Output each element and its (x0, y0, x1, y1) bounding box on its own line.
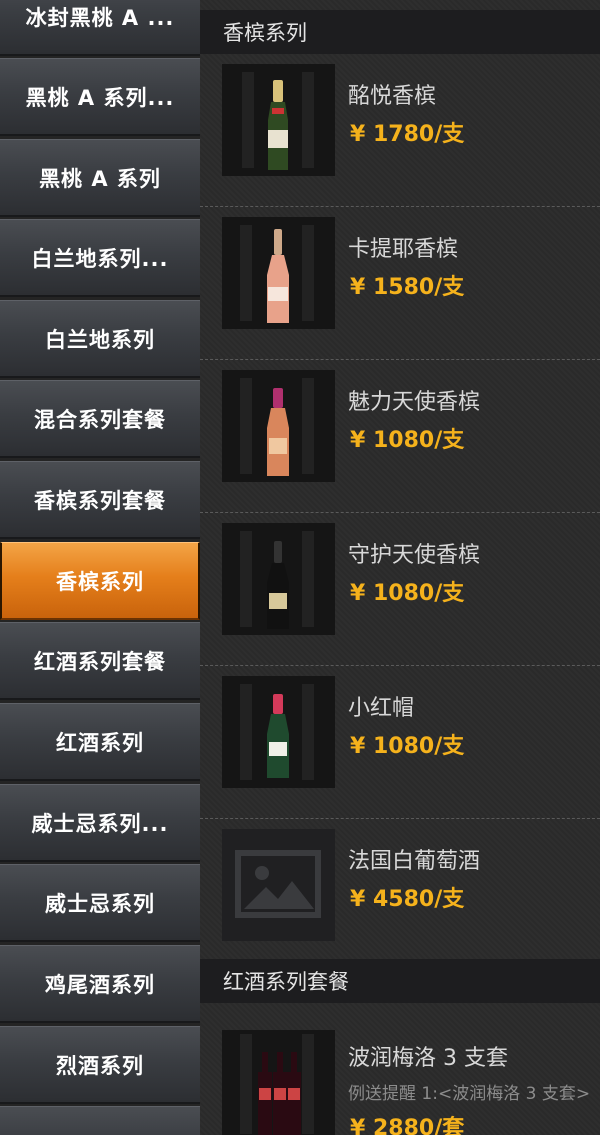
category-item-cocktail[interactable]: 鸡尾酒系列 (0, 945, 200, 1023)
section-header-champagne: 香槟系列 (200, 10, 600, 54)
product-price: ¥ 1080/支 (350, 734, 465, 759)
category-label: 烈酒系列 (56, 1053, 144, 1078)
category-item-brandy[interactable]: 白兰地系列 (0, 300, 200, 378)
product-name: 守护天使香槟 (348, 543, 481, 568)
category-label: 黑桃 A 系列... (25, 85, 175, 110)
section-header-red-wine-set: 红酒系列套餐 (200, 959, 600, 1003)
category-item-red-wine[interactable]: 红酒系列 (0, 703, 200, 781)
product-item[interactable]: 波润梅洛 3 支套 例送提醒 1:<波润梅洛 3 支套> ¥ 2880/套 (200, 1020, 600, 1135)
category-sidebar: 冰封黑桃 A ... 黑桃 A 系列... 黑桃 A 系列 白兰地系列... 白… (0, 0, 200, 1135)
category-label: 鸡尾酒系列 (45, 972, 155, 997)
product-item[interactable]: 法国白葡萄酒 ¥ 4580/支 (200, 819, 600, 972)
product-item[interactable]: 酩悦香槟 ¥ 1780/支 (200, 54, 600, 207)
product-price: ¥ 1780/支 (350, 122, 465, 147)
category-label: 混合系列套餐 (34, 407, 166, 432)
product-price: ¥ 2880/套 (350, 1116, 465, 1135)
section-title: 香槟系列 (223, 21, 307, 45)
red-cap-bottle-icon (222, 676, 335, 788)
category-label: 红酒系列套餐 (34, 649, 166, 674)
category-item-ace-set[interactable]: 黑桃 A 系列... (0, 58, 200, 136)
product-name: 卡提耶香槟 (348, 237, 459, 262)
product-price: ¥ 4580/支 (350, 887, 465, 912)
product-item[interactable]: 守护天使香槟 ¥ 1080/支 (200, 513, 600, 666)
category-item-champagne[interactable]: 香槟系列 (0, 542, 200, 620)
angel-champagne-bottle-icon (222, 370, 335, 482)
black-champagne-bottle-icon (222, 523, 335, 635)
section-title: 红酒系列套餐 (223, 970, 349, 994)
red-wine-set-icon (222, 1030, 335, 1135)
category-item-champagne-set[interactable]: 香槟系列套餐 (0, 461, 200, 539)
product-price: ¥ 1080/支 (350, 428, 465, 453)
category-item-ace[interactable]: 黑桃 A 系列 (0, 139, 200, 217)
category-item-more[interactable] (0, 1106, 200, 1135)
champagne-bottle-icon (222, 64, 335, 176)
product-name: 小红帽 (348, 696, 415, 721)
product-item[interactable]: 卡提耶香槟 ¥ 1580/支 (200, 207, 600, 360)
product-price: ¥ 1080/支 (350, 581, 465, 606)
product-item[interactable]: 魅力天使香槟 ¥ 1080/支 (200, 360, 600, 513)
product-list: 香槟系列 酩悦香槟 ¥ 1780/支 卡提耶香槟 ¥ 1580/支 魅力天使香槟… (200, 0, 600, 1135)
category-label: 红酒系列 (56, 730, 144, 755)
product-name: 波润梅洛 3 支套 (348, 1046, 508, 1071)
category-item-red-wine-set[interactable]: 红酒系列套餐 (0, 622, 200, 700)
category-label: 白兰地系列 (45, 327, 155, 352)
product-name: 魅力天使香槟 (348, 390, 481, 415)
category-label: 香槟系列套餐 (34, 488, 166, 513)
category-item-whisky[interactable]: 威士忌系列 (0, 864, 200, 942)
category-label: 冰封黑桃 A ... (25, 5, 175, 30)
category-item-spirits[interactable]: 烈酒系列 (0, 1026, 200, 1104)
category-item-brandy-set[interactable]: 白兰地系列... (0, 219, 200, 297)
product-name: 酩悦香槟 (348, 84, 437, 109)
image-placeholder-icon (222, 829, 335, 941)
rose-champagne-bottle-icon (222, 217, 335, 329)
product-item[interactable]: 小红帽 ¥ 1080/支 (200, 666, 600, 819)
category-item-ice-ace-set[interactable]: 冰封黑桃 A ... (0, 0, 200, 56)
product-name: 法国白葡萄酒 (348, 849, 481, 874)
category-label: 威士忌系列... (31, 811, 169, 836)
category-label: 白兰地系列... (31, 246, 169, 271)
category-label: 香槟系列 (56, 569, 144, 594)
category-label: 威士忌系列 (45, 891, 155, 916)
category-label: 黑桃 A 系列 (39, 166, 161, 191)
category-item-whisky-set[interactable]: 威士忌系列... (0, 784, 200, 862)
category-item-mixed-set[interactable]: 混合系列套餐 (0, 380, 200, 458)
product-note: 例送提醒 1:<波润梅洛 3 支套> (348, 1084, 591, 1104)
product-price: ¥ 1580/支 (350, 275, 465, 300)
